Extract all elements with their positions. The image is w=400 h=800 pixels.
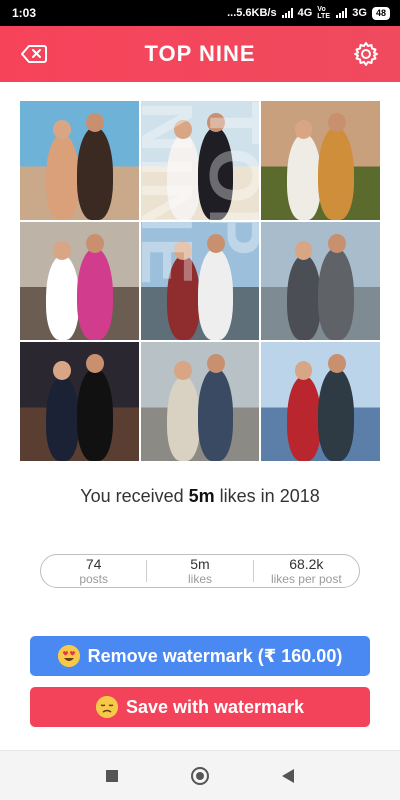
photo-subject-head xyxy=(53,361,72,381)
app-header: TOP NINE xyxy=(0,26,400,82)
photo-subject xyxy=(197,247,234,341)
stat-value: 5m xyxy=(190,555,210,572)
photo-tile xyxy=(140,221,260,341)
photo-subject-head xyxy=(294,119,313,139)
status-time: 1:03 xyxy=(12,6,37,20)
photo-subject-head xyxy=(173,240,192,260)
status-bar: 1:03 ...5.6KB/s 4G Vo LTE 3G 48 xyxy=(0,0,400,26)
network-speed: ...5.6KB/s xyxy=(227,7,277,19)
network-type-2: 3G xyxy=(352,7,367,19)
photo-subject-head xyxy=(86,112,105,132)
photo-subject xyxy=(197,127,234,220)
top-nine-grid: TOP NINE xyxy=(20,101,380,461)
summary-likes: 5m xyxy=(188,486,215,506)
photo-subject-head xyxy=(294,240,313,260)
photo-tile xyxy=(261,101,380,220)
photo-tile xyxy=(261,221,380,341)
photo-subject xyxy=(318,247,354,341)
stat-label: likes xyxy=(187,571,212,586)
likes-summary: You received 5m likes in 2018 xyxy=(0,486,400,507)
delete-left-icon[interactable] xyxy=(18,38,50,70)
photo-subject-head xyxy=(327,354,346,374)
photo-subject-head xyxy=(327,112,346,132)
photo-tile xyxy=(140,342,260,461)
photo-subject xyxy=(46,375,80,461)
photo-subject xyxy=(46,254,80,341)
triangle-back-icon[interactable] xyxy=(281,768,294,783)
photo-subject xyxy=(76,368,113,461)
signal-icon-2 xyxy=(336,8,348,18)
summary-suffix: likes in 2018 xyxy=(214,486,320,506)
status-icons: ...5.6KB/s 4G Vo LTE 3G 48 xyxy=(227,6,390,20)
photo-subject-head xyxy=(207,233,225,253)
stat-label: likes per post xyxy=(270,571,342,586)
photo-subject xyxy=(76,127,113,220)
disappointed-emoji-icon xyxy=(95,696,118,718)
battery-icon: 48 xyxy=(371,6,390,20)
photo-subject-head xyxy=(53,240,72,260)
photo-subject-head xyxy=(173,119,192,139)
system-nav-bar xyxy=(0,750,400,800)
save-with-watermark-button[interactable]: Save with watermark xyxy=(30,687,370,727)
save-with-watermark-label: Save with watermark xyxy=(125,696,305,717)
photo-subject xyxy=(166,134,200,220)
battery-level: 48 xyxy=(375,8,386,18)
photo-subject-head xyxy=(53,119,72,139)
photo-subject xyxy=(166,254,200,341)
heart-eyes-emoji-icon xyxy=(57,645,80,667)
volte-label: Vo LTE xyxy=(317,6,330,20)
photo-subject xyxy=(166,375,200,461)
stat-label: posts xyxy=(79,571,108,586)
photo-subject xyxy=(318,127,354,220)
page-title: TOP NINE xyxy=(144,41,256,66)
photo-subject xyxy=(46,134,80,220)
remove-watermark-label: Remove watermark (₹ 160.00) xyxy=(87,645,343,666)
photo-tile xyxy=(140,101,260,220)
stats-pill: 74 posts 5m likes 68.2k likes per post xyxy=(40,554,360,588)
gear-icon[interactable] xyxy=(350,38,382,70)
stat-likes: 5m likes xyxy=(146,555,252,586)
photo-tile xyxy=(20,101,139,220)
photo-subject-head xyxy=(327,233,346,253)
photo-subject-head xyxy=(207,354,225,374)
photo-tile xyxy=(20,221,139,341)
stat-value: 74 xyxy=(85,555,102,572)
photo-subject-head xyxy=(86,233,105,253)
stat-posts: 74 posts xyxy=(41,555,146,587)
remove-watermark-button[interactable]: Remove watermark (₹ 160.00) xyxy=(30,636,370,676)
circle-icon[interactable] xyxy=(190,766,209,785)
photo-subject xyxy=(287,134,321,220)
photo-subject xyxy=(197,368,234,461)
stat-value: 68.2k xyxy=(289,555,324,572)
signal-icon xyxy=(281,8,293,18)
network-type-1: 4G xyxy=(297,7,313,19)
photo-tile xyxy=(261,342,380,461)
photo-subject xyxy=(287,375,321,461)
photo-tile xyxy=(20,342,139,461)
photo-subject-head xyxy=(173,361,192,381)
stat-likes-per-post: 68.2k likes per post xyxy=(252,555,359,586)
photo-subject xyxy=(287,254,321,341)
summary-prefix: You received xyxy=(80,486,189,506)
square-icon[interactable] xyxy=(106,769,119,782)
photo-subject-head xyxy=(207,112,225,132)
photo-subject xyxy=(76,247,113,341)
photo-subject xyxy=(318,368,354,461)
